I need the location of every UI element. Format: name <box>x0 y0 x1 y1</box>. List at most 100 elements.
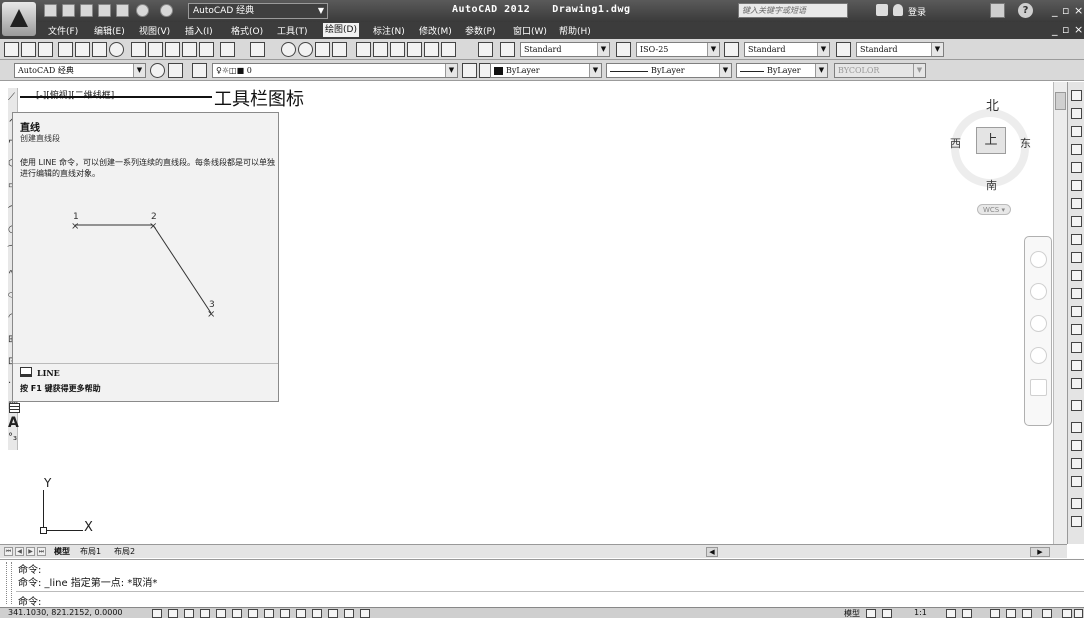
save-icon[interactable] <box>80 4 93 17</box>
zoom-previous-icon[interactable] <box>332 42 347 57</box>
help-icon[interactable] <box>478 42 493 57</box>
text-style-combo[interactable]: Standard ▼ <box>520 42 610 57</box>
workspace-switching-icon[interactable] <box>990 609 1000 618</box>
table-style-combo[interactable]: Standard ▼ <box>744 42 830 57</box>
menu-file[interactable]: 文件(F) <box>48 24 78 37</box>
tab-prev-icon[interactable]: ◀ <box>15 547 24 556</box>
hardware-acceleration-icon[interactable] <box>1022 609 1032 618</box>
doc-close-icon[interactable]: × <box>1074 23 1083 36</box>
orbit-icon[interactable] <box>1030 347 1047 364</box>
open-icon[interactable] <box>21 42 36 57</box>
tab-next-icon[interactable]: ▶ <box>26 547 35 556</box>
layer-properties-icon[interactable] <box>192 63 207 78</box>
viewcube-north[interactable]: 北 <box>986 95 999 114</box>
login-link[interactable]: 登录 <box>908 5 926 18</box>
mleader-style-combo[interactable]: Standard ▼ <box>856 42 944 57</box>
menu-window[interactable]: 窗口(W) <box>513 24 547 37</box>
draworder-back-icon[interactable] <box>1071 440 1082 451</box>
hscroll-right-icon[interactable]: ▶ <box>1030 547 1050 557</box>
toolbar-lock-icon[interactable] <box>1006 609 1016 618</box>
vertical-scrollbar-thumb[interactable] <box>1055 92 1066 110</box>
ortho-mode-icon[interactable] <box>200 609 210 618</box>
minimize-icon[interactable]: _ <box>1052 4 1058 17</box>
tool-palettes-icon[interactable] <box>390 42 405 57</box>
open-file-icon[interactable] <box>62 4 75 17</box>
block-editor-icon[interactable] <box>199 42 214 57</box>
polar-tracking-icon[interactable] <box>216 609 226 618</box>
user-icon[interactable] <box>893 4 903 16</box>
quickcalc-icon[interactable] <box>441 42 456 57</box>
wcs-menu-button[interactable]: WCS ▾ <box>977 204 1011 215</box>
undo-icon[interactable] <box>220 42 235 57</box>
new-file-icon[interactable] <box>44 4 57 17</box>
draworder-below-icon[interactable] <box>1071 476 1082 487</box>
transparency-icon[interactable] <box>328 609 338 618</box>
save-icon[interactable] <box>38 42 53 57</box>
viewport-controls[interactable]: [-][俯视][二维线框] <box>36 88 114 101</box>
zoom-window-icon[interactable] <box>315 42 330 57</box>
blend-curves-icon[interactable] <box>1071 378 1082 389</box>
showmotion-icon[interactable] <box>1030 379 1047 396</box>
tab-last-icon[interactable]: ⏭ <box>37 547 46 556</box>
tab-model[interactable]: 模型 <box>54 546 70 557</box>
design-center-icon[interactable] <box>373 42 388 57</box>
workspace-settings-icon[interactable] <box>150 63 165 78</box>
zoom-realtime-icon[interactable] <box>298 42 313 57</box>
selection-cycling-icon[interactable] <box>360 609 370 618</box>
menu-insert[interactable]: 插入(I) <box>185 24 213 37</box>
annotation-visibility-icon[interactable] <box>946 609 956 618</box>
status-bar-menu-icon[interactable] <box>1062 609 1072 618</box>
isolate-objects-icon[interactable] <box>1042 609 1052 618</box>
chamfer-icon[interactable] <box>1071 342 1082 353</box>
make-current-icon[interactable] <box>462 63 477 78</box>
text-style-icon[interactable] <box>500 42 515 57</box>
annotation-scale[interactable]: 1:1 <box>914 608 927 617</box>
redo-icon[interactable] <box>250 42 265 57</box>
trim-icon[interactable] <box>1071 252 1082 263</box>
save-as-icon[interactable] <box>98 4 111 17</box>
menu-help[interactable]: 帮助(H) <box>559 24 591 37</box>
menu-dimension[interactable]: 标注(N) <box>373 24 405 37</box>
copy-object-icon[interactable] <box>1071 108 1082 119</box>
draworder-above-icon[interactable] <box>1071 458 1082 469</box>
mirror-icon[interactable] <box>1071 126 1082 137</box>
restore-icon[interactable]: ▫ <box>1062 4 1069 17</box>
menu-tools[interactable]: 工具(T) <box>277 24 308 37</box>
pan-icon[interactable] <box>1030 283 1047 300</box>
point-icon[interactable]: · <box>8 378 11 389</box>
infer-constraints-icon[interactable] <box>152 609 162 618</box>
object-snap-tracking-icon[interactable] <box>264 609 274 618</box>
break-icon[interactable] <box>1071 306 1082 317</box>
move-icon[interactable] <box>1071 180 1082 191</box>
menu-format[interactable]: 格式(O) <box>231 24 263 37</box>
viewcube-top-face[interactable]: 上 <box>976 127 1006 154</box>
copy-icon[interactable] <box>148 42 163 57</box>
help-icon[interactable]: ? <box>1018 3 1033 18</box>
zoom-icon[interactable] <box>1030 315 1047 332</box>
color-combo[interactable]: ByLayer ▼ <box>490 63 602 78</box>
add-selected-icon[interactable]: °₃ <box>8 432 17 443</box>
layer-combo[interactable]: ♀☼◫■ 0 ▼ <box>212 63 458 78</box>
dim-style-icon[interactable] <box>616 42 631 57</box>
publish-icon[interactable] <box>92 42 107 57</box>
hatch-back-icon[interactable] <box>1071 516 1082 527</box>
properties-icon[interactable] <box>356 42 371 57</box>
viewcube-east[interactable]: 东 <box>1020 135 1031 151</box>
workspace-save-icon[interactable] <box>168 63 183 78</box>
workspace-combo[interactable]: AutoCAD 经典 ▼ <box>14 63 146 78</box>
plot-preview-icon[interactable] <box>75 42 90 57</box>
dim-style-combo[interactable]: ISO-25 ▼ <box>636 42 720 57</box>
break-point-icon[interactable] <box>1071 288 1082 299</box>
lineweight-combo[interactable]: ByLayer ▼ <box>736 63 828 78</box>
fillet-icon[interactable] <box>1071 360 1082 371</box>
scale-icon[interactable] <box>1071 216 1082 227</box>
doc-restore-icon[interactable]: ▫ <box>1062 23 1069 36</box>
paste-icon[interactable] <box>165 42 180 57</box>
pan-icon[interactable] <box>281 42 296 57</box>
line-tool-icon[interactable]: ⟋ <box>8 92 15 103</box>
erase-icon[interactable] <box>1071 90 1082 101</box>
grid-display-icon[interactable] <box>184 609 194 618</box>
dynamic-input-icon[interactable] <box>296 609 306 618</box>
clean-screen-icon[interactable] <box>1074 609 1083 618</box>
quick-properties-icon[interactable] <box>344 609 354 618</box>
